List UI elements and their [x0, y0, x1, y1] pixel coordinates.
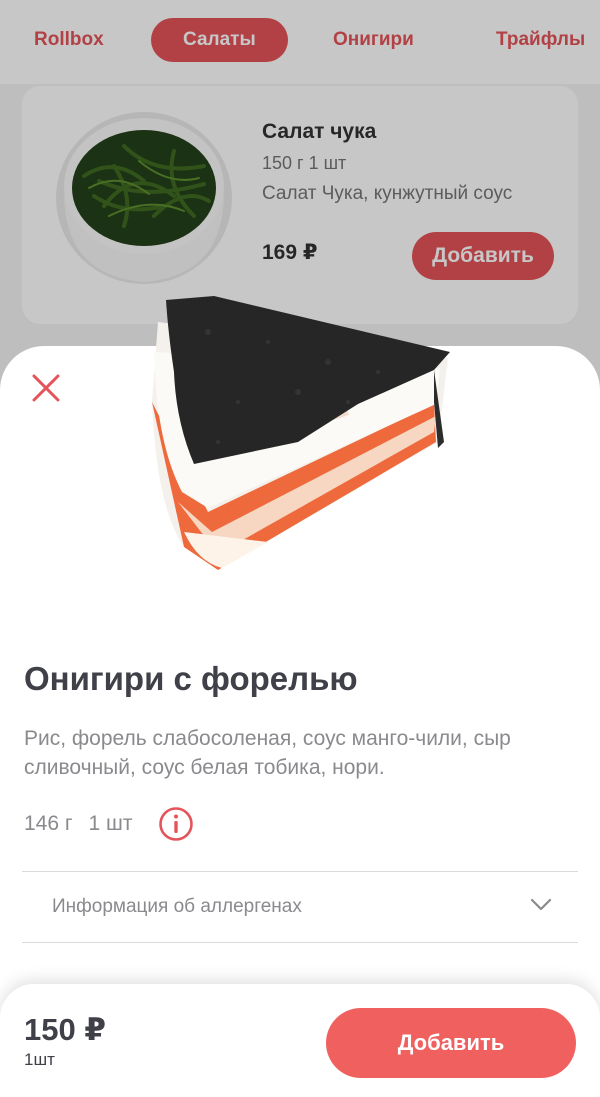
total-price: 150 ₽ — [24, 1012, 106, 1047]
add-to-cart-button[interactable]: Добавить — [326, 1008, 576, 1078]
close-icon[interactable] — [28, 370, 64, 406]
quantity-label: 1шт — [24, 1050, 55, 1069]
product-modal-title: Онигири с форелью — [24, 660, 358, 697]
product-modal-weight: 146 г — [24, 812, 73, 835]
product-modal-count: 1 шт — [88, 812, 133, 835]
product-meta: 146 г 1 шт — [24, 808, 133, 840]
chevron-down-icon — [530, 898, 552, 911]
allergen-info-label: Информация об аллергенах — [52, 896, 302, 917]
product-modal-description: Рис, форель слабосоленая, соус манго-чил… — [24, 727, 511, 779]
allergen-info-accordion[interactable]: Информация об аллергенах — [22, 871, 578, 943]
info-icon[interactable] — [158, 806, 194, 842]
onigiri-image — [152, 296, 450, 570]
